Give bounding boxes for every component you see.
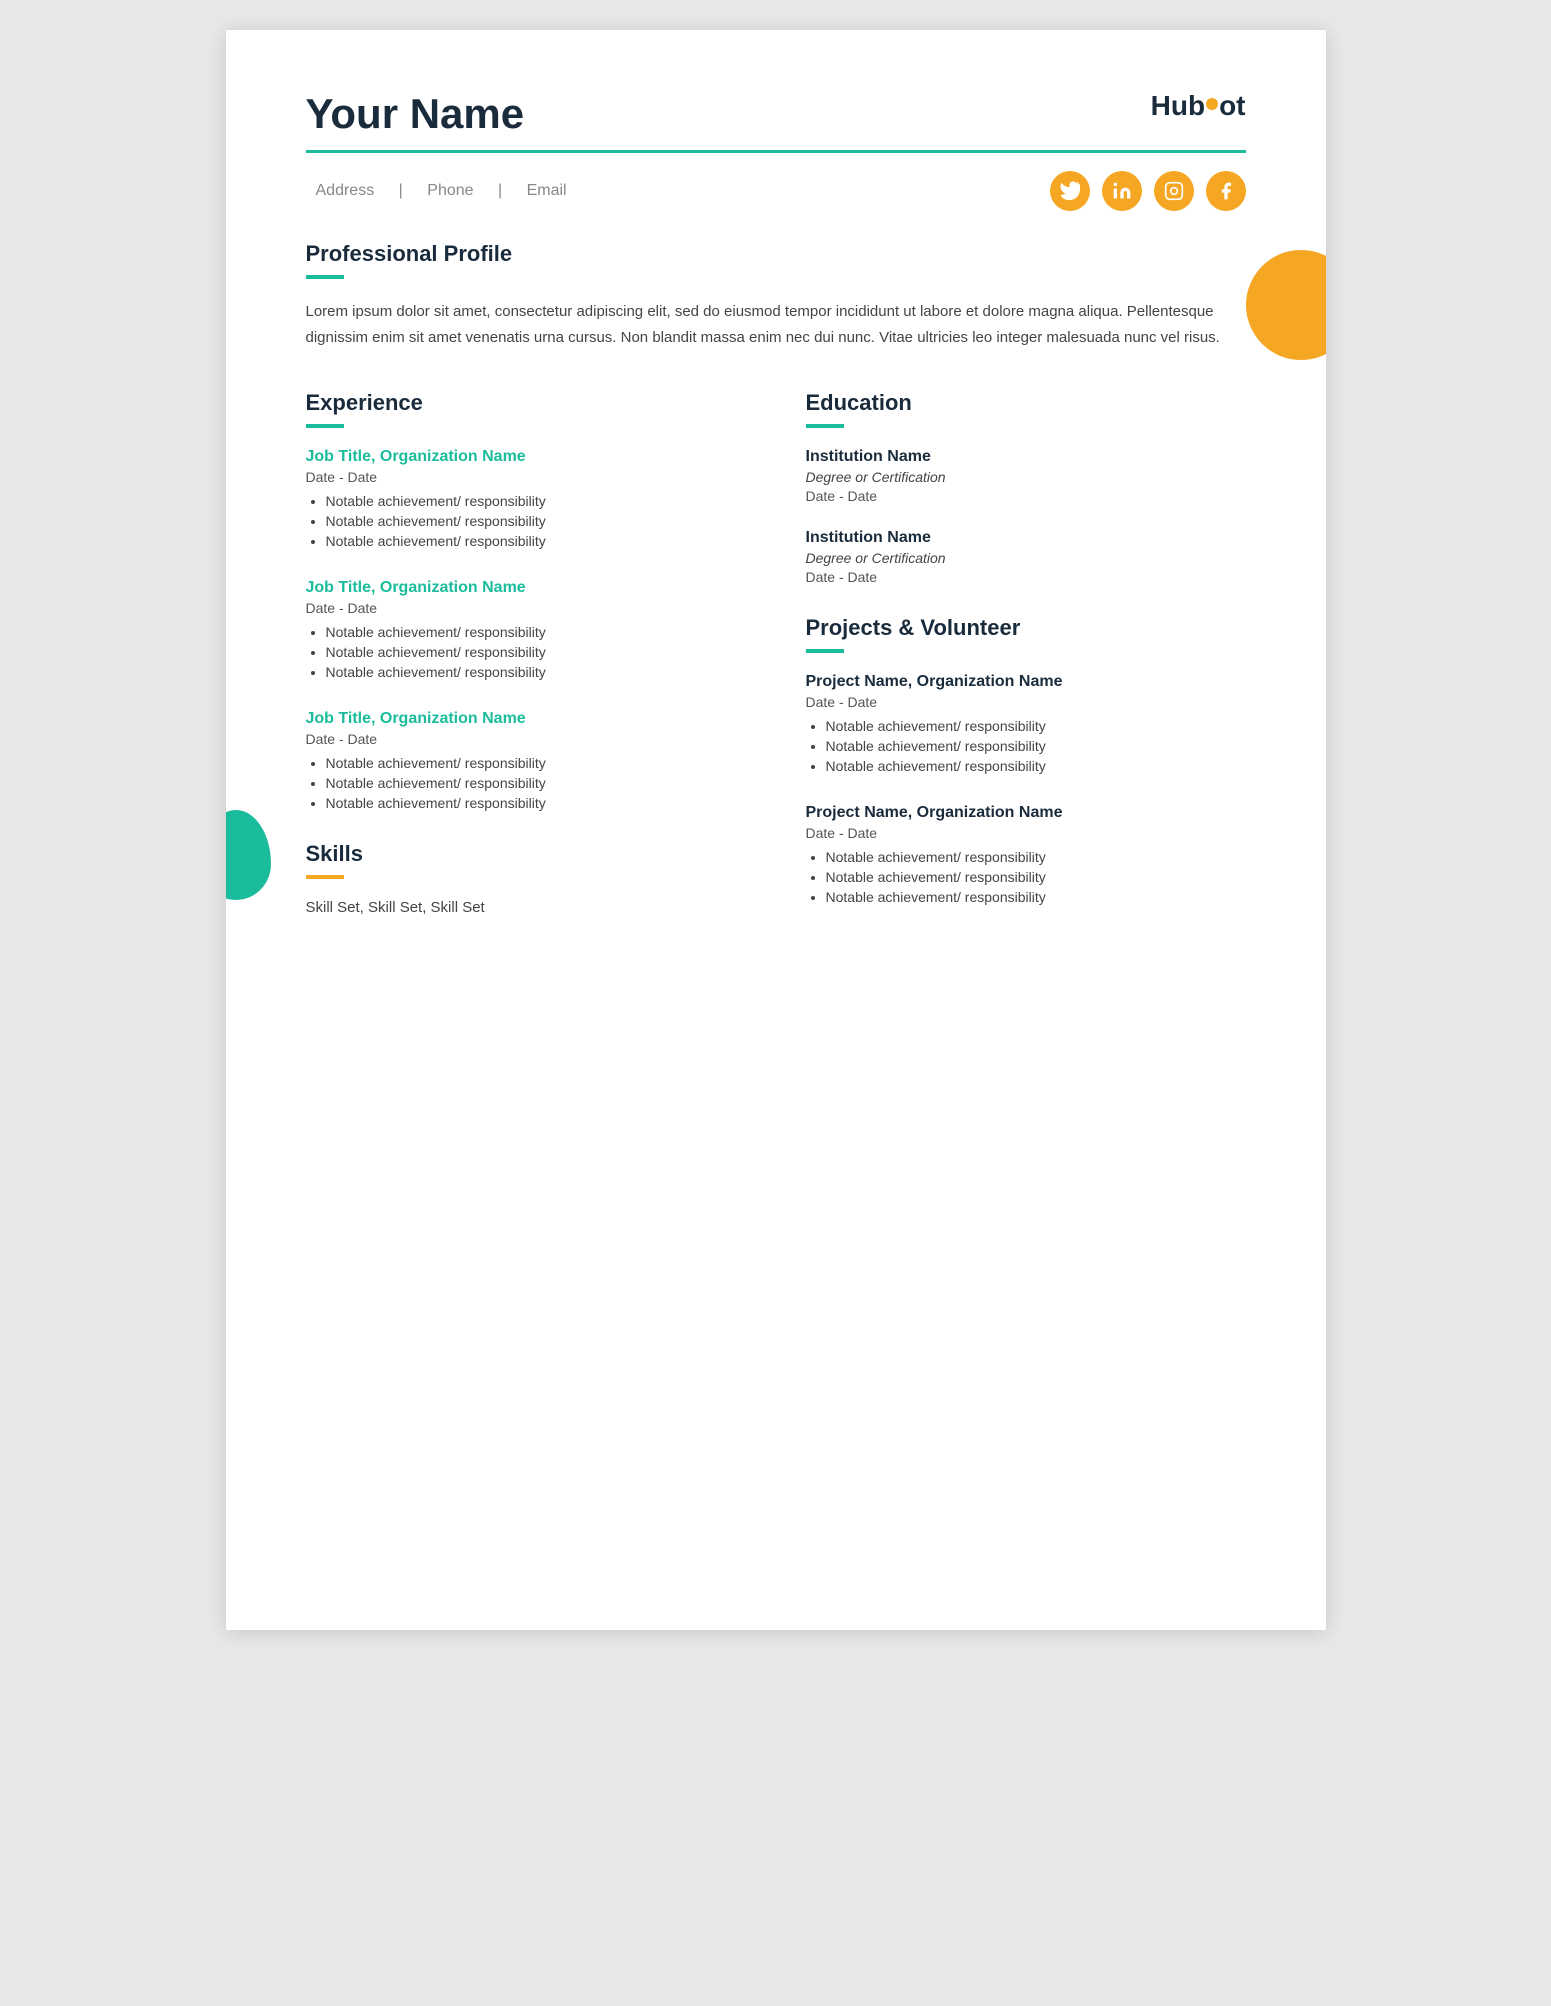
linkedin-icon[interactable] bbox=[1102, 171, 1142, 211]
list-item: Notable achievement/ responsibility bbox=[326, 664, 746, 680]
header-divider bbox=[306, 150, 1246, 153]
job-date-2: Date - Date bbox=[306, 600, 746, 616]
twitter-icon[interactable] bbox=[1050, 171, 1090, 211]
job-bullets-1: Notable achievement/ responsibility Nota… bbox=[306, 493, 746, 549]
education-title: Education bbox=[806, 390, 1246, 416]
project-date-1: Date - Date bbox=[806, 694, 1246, 710]
list-item: Notable achievement/ responsibility bbox=[826, 738, 1246, 754]
separator-2: | bbox=[498, 182, 502, 199]
experience-underline bbox=[306, 424, 344, 428]
list-item: Notable achievement/ responsibility bbox=[326, 624, 746, 640]
job-date-3: Date - Date bbox=[306, 731, 746, 747]
col-left: Experience Job Title, Organization Name … bbox=[306, 390, 746, 935]
list-item: Notable achievement/ responsibility bbox=[826, 889, 1246, 905]
hubspot-dot bbox=[1206, 98, 1218, 110]
list-item: Notable achievement/ responsibility bbox=[326, 533, 746, 549]
job-entry-3: Job Title, Organization Name Date - Date… bbox=[306, 710, 746, 811]
project-entry-2: Project Name, Organization Name Date - D… bbox=[806, 804, 1246, 905]
edu-degree-2: Degree or Certification bbox=[806, 550, 1246, 566]
job-title-1: Job Title, Organization Name bbox=[306, 448, 746, 466]
profile-body: Lorem ipsum dolor sit amet, consectetur … bbox=[306, 299, 1246, 350]
list-item: Notable achievement/ responsibility bbox=[826, 758, 1246, 774]
instagram-icon[interactable] bbox=[1154, 171, 1194, 211]
deco-circle-yellow bbox=[1246, 250, 1326, 360]
deco-blob-teal bbox=[226, 810, 271, 900]
contact-row: Address | Phone | Email bbox=[306, 171, 1246, 211]
header: Your Name Hubot bbox=[306, 90, 1246, 138]
email: Email bbox=[527, 182, 567, 199]
skills-underline bbox=[306, 875, 344, 879]
job-title-2: Job Title, Organization Name bbox=[306, 579, 746, 597]
project-title-1: Project Name, Organization Name bbox=[806, 673, 1246, 691]
projects-underline bbox=[806, 649, 844, 653]
education-section: Education Institution Name Degree or Cer… bbox=[806, 390, 1246, 585]
edu-entry-1: Institution Name Degree or Certification… bbox=[806, 448, 1246, 504]
job-date-1: Date - Date bbox=[306, 469, 746, 485]
candidate-name: Your Name bbox=[306, 90, 525, 138]
hubspot-text-1: Hub bbox=[1151, 90, 1205, 122]
two-col-section: Experience Job Title, Organization Name … bbox=[306, 390, 1246, 935]
job-entry-1: Job Title, Organization Name Date - Date… bbox=[306, 448, 746, 549]
list-item: Notable achievement/ responsibility bbox=[826, 869, 1246, 885]
job-bullets-3: Notable achievement/ responsibility Nota… bbox=[306, 755, 746, 811]
list-item: Notable achievement/ responsibility bbox=[326, 775, 746, 791]
list-item: Notable achievement/ responsibility bbox=[826, 849, 1246, 865]
project-title-2: Project Name, Organization Name bbox=[806, 804, 1246, 822]
edu-institution-1: Institution Name bbox=[806, 448, 1246, 466]
list-item: Notable achievement/ responsibility bbox=[326, 795, 746, 811]
hubspot-text-2: ot bbox=[1219, 90, 1245, 122]
list-item: Notable achievement/ responsibility bbox=[326, 755, 746, 771]
social-icons bbox=[1050, 171, 1246, 211]
edu-date-1: Date - Date bbox=[806, 488, 1246, 504]
separator-1: | bbox=[399, 182, 403, 199]
phone: Phone bbox=[427, 182, 473, 199]
experience-title: Experience bbox=[306, 390, 746, 416]
project-date-2: Date - Date bbox=[806, 825, 1246, 841]
experience-section: Experience Job Title, Organization Name … bbox=[306, 390, 746, 811]
job-title-3: Job Title, Organization Name bbox=[306, 710, 746, 728]
list-item: Notable achievement/ responsibility bbox=[326, 493, 746, 509]
profile-section: Professional Profile Lorem ipsum dolor s… bbox=[306, 241, 1246, 350]
projects-title: Projects & Volunteer bbox=[806, 615, 1246, 641]
contact-info: Address | Phone | Email bbox=[306, 182, 577, 200]
list-item: Notable achievement/ responsibility bbox=[326, 644, 746, 660]
job-bullets-2: Notable achievement/ responsibility Nota… bbox=[306, 624, 746, 680]
edu-date-2: Date - Date bbox=[806, 569, 1246, 585]
profile-underline bbox=[306, 275, 344, 279]
project-entry-1: Project Name, Organization Name Date - D… bbox=[806, 673, 1246, 774]
address: Address bbox=[316, 182, 375, 199]
skills-section: Skills Skill Set, Skill Set, Skill Set bbox=[306, 841, 746, 916]
project-bullets-1: Notable achievement/ responsibility Nota… bbox=[806, 718, 1246, 774]
list-item: Notable achievement/ responsibility bbox=[826, 718, 1246, 734]
facebook-icon[interactable] bbox=[1206, 171, 1246, 211]
job-entry-2: Job Title, Organization Name Date - Date… bbox=[306, 579, 746, 680]
hubspot-logo: Hubot bbox=[1151, 90, 1246, 122]
edu-entry-2: Institution Name Degree or Certification… bbox=[806, 529, 1246, 585]
projects-section: Projects & Volunteer Project Name, Organ… bbox=[806, 615, 1246, 905]
edu-degree-1: Degree or Certification bbox=[806, 469, 1246, 485]
list-item: Notable achievement/ responsibility bbox=[326, 513, 746, 529]
col-right: Education Institution Name Degree or Cer… bbox=[806, 390, 1246, 935]
resume-page: Your Name Hubot Address | Phone | Email bbox=[226, 30, 1326, 1630]
profile-section-title: Professional Profile bbox=[306, 241, 1246, 267]
skills-content: Skill Set, Skill Set, Skill Set bbox=[306, 899, 746, 916]
edu-institution-2: Institution Name bbox=[806, 529, 1246, 547]
project-bullets-2: Notable achievement/ responsibility Nota… bbox=[806, 849, 1246, 905]
education-underline bbox=[806, 424, 844, 428]
skills-title: Skills bbox=[306, 841, 746, 867]
